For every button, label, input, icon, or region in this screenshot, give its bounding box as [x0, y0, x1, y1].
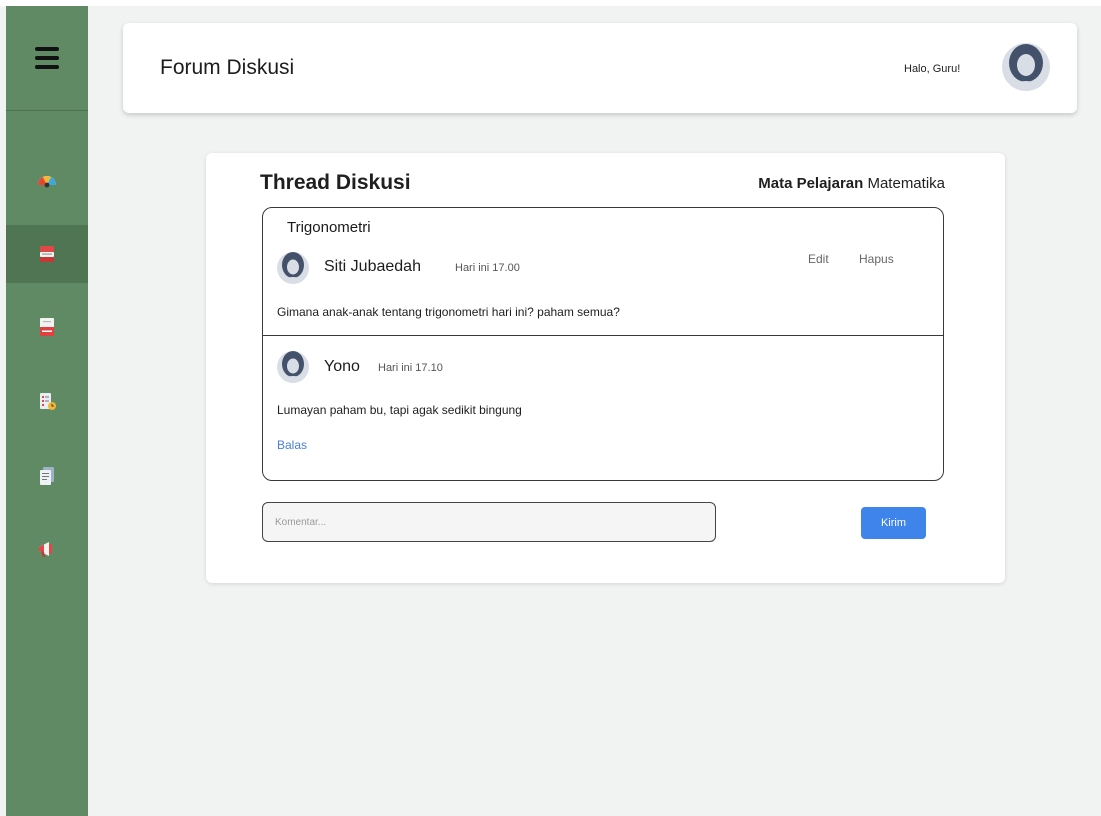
post-body: Gimana anak-anak tentang trigonometri ha…	[277, 305, 620, 319]
post-author: Yono	[324, 358, 360, 375]
hamburger-menu-icon[interactable]	[35, 47, 59, 69]
thread-box: Trigonometri Siti Jubaedah Hari ini 17.0…	[262, 207, 944, 481]
dashboard-gauge-icon	[38, 176, 56, 188]
sidebar-header	[6, 6, 88, 111]
assignment-clock-icon	[40, 393, 56, 410]
reply-link[interactable]: Balas	[277, 438, 307, 452]
books-icon	[40, 246, 54, 262]
send-button[interactable]: Kirim	[861, 507, 926, 539]
sidebar-item-ebook[interactable]	[6, 298, 88, 356]
comment-input[interactable]	[262, 502, 716, 542]
edit-link[interactable]: Edit	[808, 252, 829, 266]
sidebar-item-dashboard[interactable]	[6, 152, 88, 210]
thread-card: Thread Diskusi Mata Pelajaran Matematika…	[206, 153, 1005, 583]
sidebar-item-assignments[interactable]	[6, 372, 88, 430]
top-strip	[0, 0, 1101, 6]
sidebar	[6, 6, 88, 816]
post-time: Hari ini 17.00	[455, 262, 520, 274]
post-time: Hari ini 17.10	[378, 362, 443, 374]
sidebar-item-books[interactable]	[6, 225, 88, 283]
post-author: Siti Jubaedah	[324, 258, 421, 275]
delete-link[interactable]: Hapus	[859, 252, 894, 266]
sidebar-item-announcements[interactable]	[6, 520, 88, 578]
top-header: Forum Diskusi Halo, Guru!	[123, 23, 1077, 113]
subject-label-value: Matematika	[867, 175, 945, 192]
author-avatar-icon	[277, 252, 309, 284]
sidebar-item-documents[interactable]	[6, 447, 88, 505]
thread-heading: Thread Diskusi	[260, 171, 411, 194]
subject-label: Mata Pelajaran Matematika	[758, 175, 945, 192]
author-avatar-icon	[277, 351, 309, 383]
ebook-icon	[40, 318, 54, 336]
user-greeting: Halo, Guru!	[904, 63, 961, 75]
page-title: Forum Diskusi	[160, 56, 295, 79]
megaphone-icon	[39, 542, 52, 557]
document-icon	[40, 467, 54, 485]
post-body: Lumayan paham bu, tapi agak sedikit bing…	[277, 403, 522, 417]
thread-topic: Trigonometri	[287, 219, 371, 236]
subject-label-key: Mata Pelajaran	[758, 175, 864, 192]
user-avatar-icon[interactable]	[1002, 43, 1050, 91]
post-divider	[263, 335, 943, 336]
